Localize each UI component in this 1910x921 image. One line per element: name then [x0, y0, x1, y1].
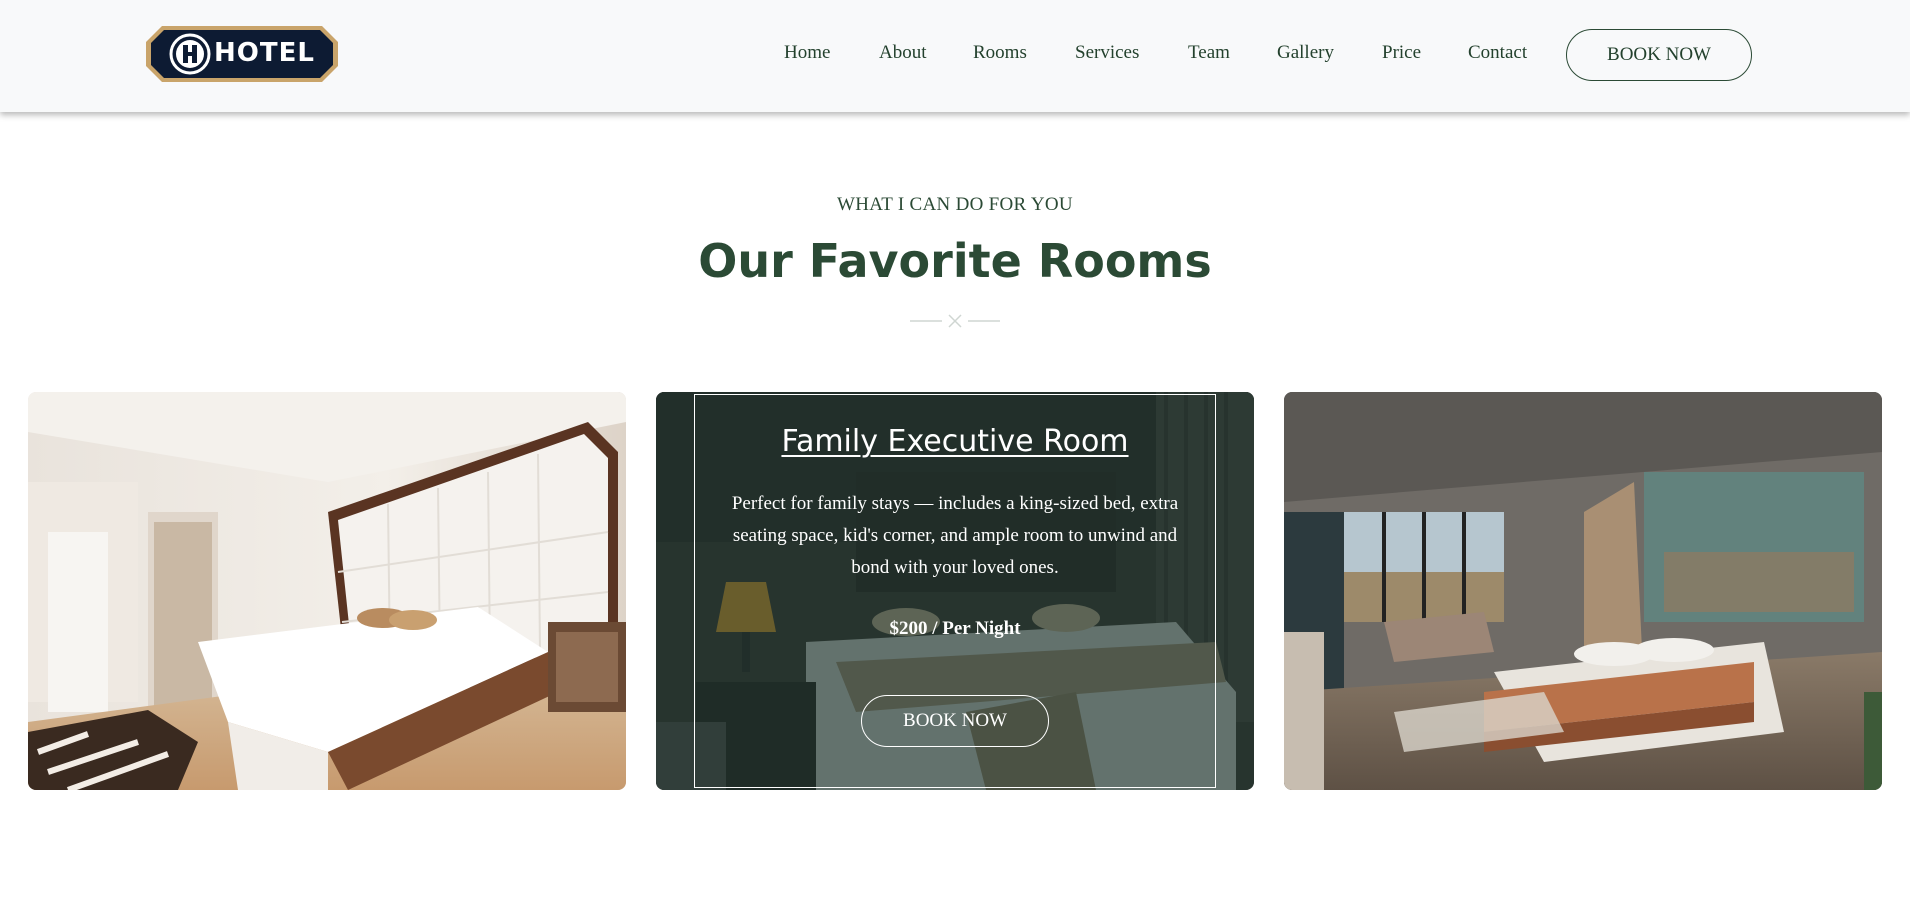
nav-gallery[interactable]: Gallery — [1277, 42, 1334, 64]
site-header: HOTEL Home About Rooms Services Team Gal… — [0, 0, 1910, 112]
nav-services[interactable]: Services — [1075, 42, 1139, 64]
room-card-1[interactable] — [28, 392, 626, 790]
main-nav: Home About Rooms Services Team Gallery P… — [0, 0, 1910, 112]
room-card-3[interactable] — [1284, 392, 1882, 790]
nav-rooms[interactable]: Rooms — [973, 42, 1027, 64]
section-kicker: WHAT I CAN DO FOR YOU — [837, 194, 1073, 215]
room-price: $200 / Per Night — [889, 618, 1021, 639]
nav-team[interactable]: Team — [1188, 42, 1230, 64]
room-title[interactable]: Family Executive Room — [656, 424, 1254, 459]
loft-suite-image — [1284, 392, 1882, 790]
room-description: Perfect for family stays — includes a ki… — [731, 493, 1179, 578]
nav-about[interactable]: About — [879, 42, 927, 64]
nav-home[interactable]: Home — [784, 42, 830, 64]
section-title: Our Favorite Rooms — [698, 234, 1212, 288]
nav-contact[interactable]: Contact — [1468, 42, 1527, 64]
room-card-featured[interactable]: Family Executive Room Perfect for family… — [656, 392, 1254, 790]
room-book-now-button[interactable]: BOOK NOW — [861, 695, 1049, 747]
header-book-now-button[interactable]: BOOK NOW — [1566, 29, 1752, 81]
divider-cross-icon — [910, 314, 1000, 328]
nav-price[interactable]: Price — [1382, 42, 1421, 64]
bright-bedroom-image — [28, 392, 626, 790]
